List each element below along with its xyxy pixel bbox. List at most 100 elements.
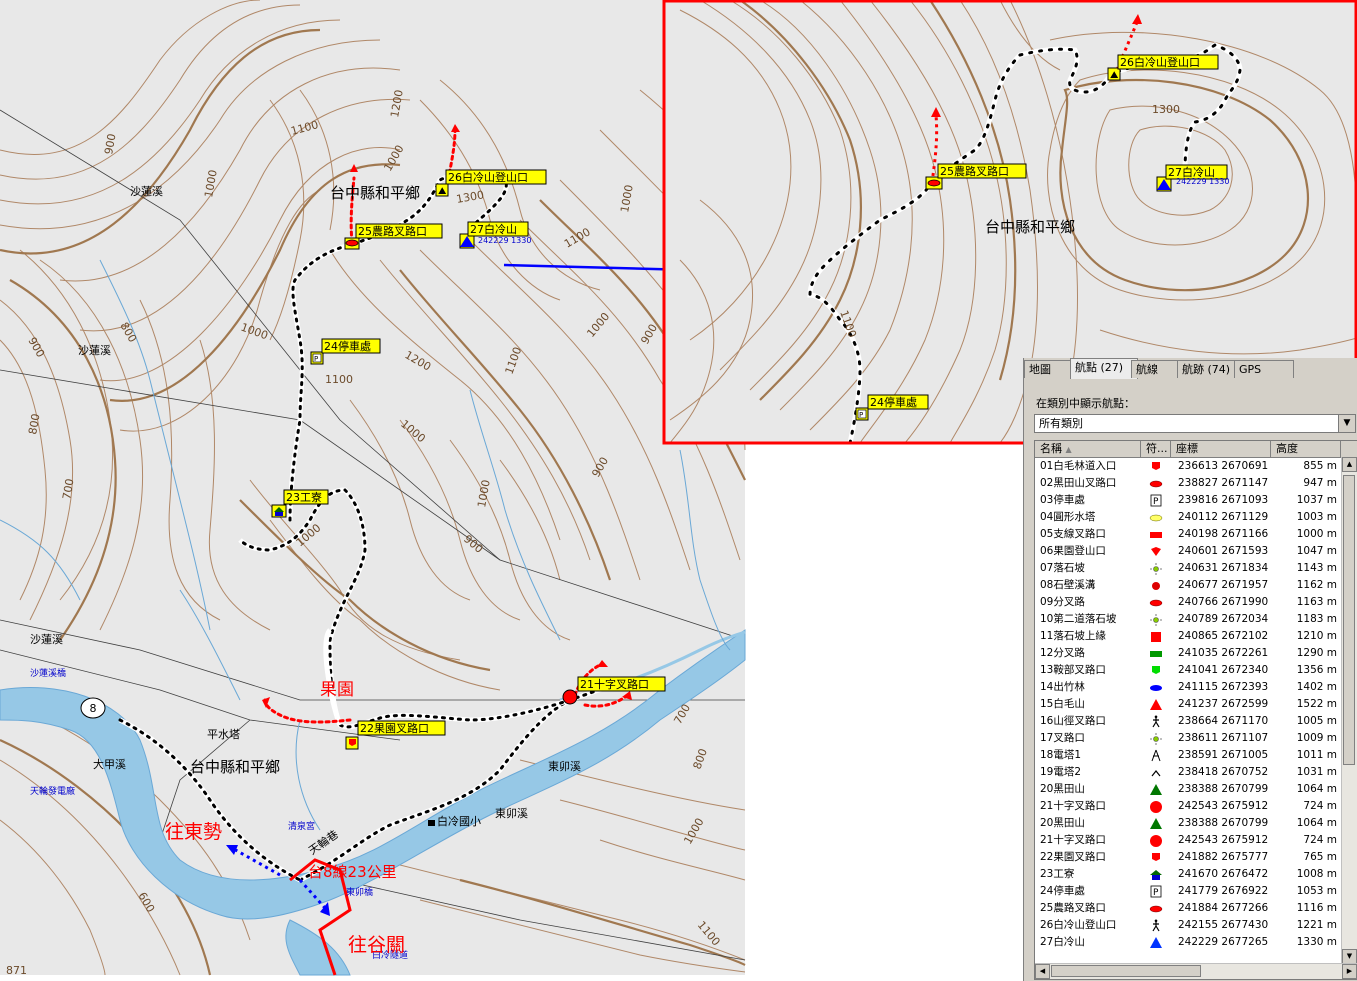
table-row[interactable]: 21十字叉路口 242543 2675912 724 m [1035,798,1341,815]
waypoint-altitude: 855 m [1303,460,1337,472]
scroll-right-icon[interactable]: ▶ [1342,964,1357,979]
waypoint-altitude: 1162 m [1296,579,1337,591]
waypoint-name: 25農路叉路口 [1040,902,1106,914]
waypoint-name: 11落石坡上緣 [1040,630,1106,642]
waypoint-coord: 241237 2672599 [1178,698,1269,710]
tab-waypoints[interactable]: 航點 (27) [1070,358,1138,379]
table-row[interactable]: 23工寮 241670 2676472 1008 m [1035,866,1341,883]
table-row[interactable]: 13鞍部叉路口 241041 2672340 1356 m [1035,662,1341,679]
waypoint-coord: 241035 2672261 [1178,647,1269,659]
table-row[interactable]: 27白冷山 242229 2677265 1330 m [1035,934,1341,951]
column-header-altitude[interactable]: 高度 [1271,441,1341,457]
waypoint-altitude: 1402 m [1296,681,1337,693]
svg-text:242229 1330: 242229 1330 [478,236,531,245]
table-row[interactable]: 11落石坡上緣 240865 2672102 1210 m [1035,628,1341,645]
scroll-down-icon[interactable]: ▼ [1342,949,1357,964]
to-dongshi-label: 往東勢 [165,821,222,843]
waypoint-altitude: 1011 m [1296,749,1337,761]
waypoint-coord: 241115 2672393 [1178,681,1269,693]
waypoint-name: 23工寮 [1040,868,1075,880]
table-row[interactable]: 24停車處 P 241779 2676922 1053 m [1035,883,1341,900]
waypoint-coord: 242155 2677430 [1178,919,1269,931]
stream-label: 東卯溪 [548,760,581,773]
waypoint-altitude: 1163 m [1296,596,1337,608]
stream-label: 東卯溪 [495,807,528,820]
waypoint-name: 02黑田山叉路口 [1040,477,1117,489]
scroll-up-icon[interactable]: ▲ [1342,457,1357,472]
place-label: 白冷國小 [437,814,481,828]
waypoint-altitude: 1003 m [1296,511,1337,523]
horizontal-scrollbar[interactable]: ◀ ▶ [1035,963,1357,979]
waypoint-name: 26白冷山登山口 [1040,919,1117,931]
svg-text:1100: 1100 [325,373,353,386]
column-header-symbol[interactable]: 符... [1141,441,1171,457]
waypoint-name: 13鞍部叉路口 [1040,664,1106,676]
table-row[interactable]: 01白毛林道入口 236613 2670691 855 m [1035,458,1341,475]
waypoint-coord: 238388 2670799 [1178,783,1269,795]
waypoint-name: 27白冷山 [1040,936,1085,948]
table-row[interactable]: 08石壁溪溝 240677 2671957 1162 m [1035,577,1341,594]
table-row[interactable]: 20黑田山 238388 2670799 1064 m [1035,781,1341,798]
svg-text:21十字叉路口: 21十字叉路口 [580,677,649,691]
column-header-coord[interactable]: 座標 [1171,441,1271,457]
table-row[interactable]: 20黑田山 238388 2670799 1064 m [1035,815,1341,832]
waypoint-name: 16山徑叉路口 [1040,715,1106,727]
table-row[interactable]: 03停車處 P 239816 2671093 1037 m [1035,492,1341,509]
table-row[interactable]: 09分叉路 240766 2671990 1163 m [1035,594,1341,611]
waypoint-altitude: 1143 m [1296,562,1337,574]
list-header: 名稱 ▲ 符... 座標 高度 [1035,441,1357,458]
waypoint-panel: 地圖 航點 (27) 航線 航跡 (74) GPS 在類別中顯示航點： 所有類別… [1023,358,1357,981]
waypoint-name: 09分叉路 [1040,596,1085,608]
waypoint-altitude: 1000 m [1296,528,1337,540]
tab-map[interactable]: 地圖 [1024,360,1072,378]
column-header-name[interactable]: 名稱 ▲ [1035,441,1141,457]
table-row[interactable]: 19電塔2 238418 2670752 1031 m [1035,764,1341,781]
waypoint-coord: 240112 2671129 [1178,511,1269,523]
svg-text:23工寮: 23工寮 [286,490,322,504]
ellipse-icon [345,239,359,247]
scroll-thumb-h[interactable] [1051,965,1201,977]
table-row[interactable]: 06果園登山口 240601 2671593 1047 m [1035,543,1341,560]
stream-label: 沙蓮溪 [130,184,163,198]
inset-township-label: 台中縣和平鄉 [985,218,1075,236]
waypoint-name: 04圓形水塔 [1040,511,1096,523]
table-row[interactable]: 17叉路口 238611 2671107 1009 m [1035,730,1341,747]
svg-text:8: 8 [90,702,97,715]
waypoint-name: 05支線叉路口 [1040,528,1106,540]
dropdown-arrow-icon[interactable]: ▼ [1338,415,1355,432]
table-row[interactable]: 18電塔1 238591 2671005 1011 m [1035,747,1341,764]
tab-tracks[interactable]: 航跡 (74) [1177,360,1239,378]
waypoint-list[interactable]: 名稱 ▲ 符... 座標 高度 01白毛林道入口 236613 2670691 85… [1034,440,1357,980]
table-row[interactable]: 21十字叉路口 242543 2675912 724 m [1035,832,1341,849]
table-row[interactable]: 22果園叉路口 241882 2675777 765 m [1035,849,1341,866]
tab-gps[interactable]: GPS [1234,360,1294,378]
vertical-scrollbar[interactable]: ▲ ▼ [1341,457,1357,964]
sort-asc-icon: ▲ [1065,445,1072,454]
table-row[interactable]: 16山徑叉路口 238664 2671170 1005 m [1035,713,1341,730]
waypoint-coord: 241779 2676922 [1178,885,1269,897]
road-shield-8: 8 [80,697,106,719]
waypoint-coord: 238388 2670799 [1178,817,1269,829]
table-row[interactable]: 25農路叉路口 241884 2677266 1116 m [1035,900,1341,917]
table-row[interactable]: 26白冷山登山口 242155 2677430 1221 m [1035,917,1341,934]
tab-routes[interactable]: 航線 [1131,360,1179,378]
table-row[interactable]: 07落石坡 240631 2671834 1143 m [1035,560,1341,577]
svg-text:P: P [1153,888,1159,898]
waypoint-coord: 238827 2671147 [1178,477,1269,489]
category-select[interactable]: 所有類別 ▼ [1034,414,1356,433]
waypoint-name: 01白毛林道入口 [1040,460,1117,472]
scroll-left-icon[interactable]: ◀ [1035,964,1050,979]
scroll-thumb[interactable] [1343,475,1355,765]
table-row[interactable]: 10第二道落石坡 240789 2672034 1183 m [1035,611,1341,628]
table-row[interactable]: 12分叉路 241035 2672261 1290 m [1035,645,1341,662]
waypoint-altitude: 1183 m [1296,613,1337,625]
table-row[interactable]: 04圓形水塔 240112 2671129 1003 m [1035,509,1341,526]
waypoint-coord: 240789 2672034 [1178,613,1269,625]
table-row[interactable]: 15白毛山 241237 2672599 1522 m [1035,696,1341,713]
table-row[interactable]: 14出竹林 241115 2672393 1402 m [1035,679,1341,696]
waypoint-27[interactable]: 27白冷山 242229 1330 [459,221,531,249]
table-row[interactable]: 05支線叉路口 240198 2671166 1000 m [1035,526,1341,543]
table-row[interactable]: 02黑田山叉路口 238827 2671147 947 m [1035,475,1341,492]
waypoint-altitude: 724 m [1303,834,1337,846]
waypoint-altitude: 1053 m [1296,885,1337,897]
